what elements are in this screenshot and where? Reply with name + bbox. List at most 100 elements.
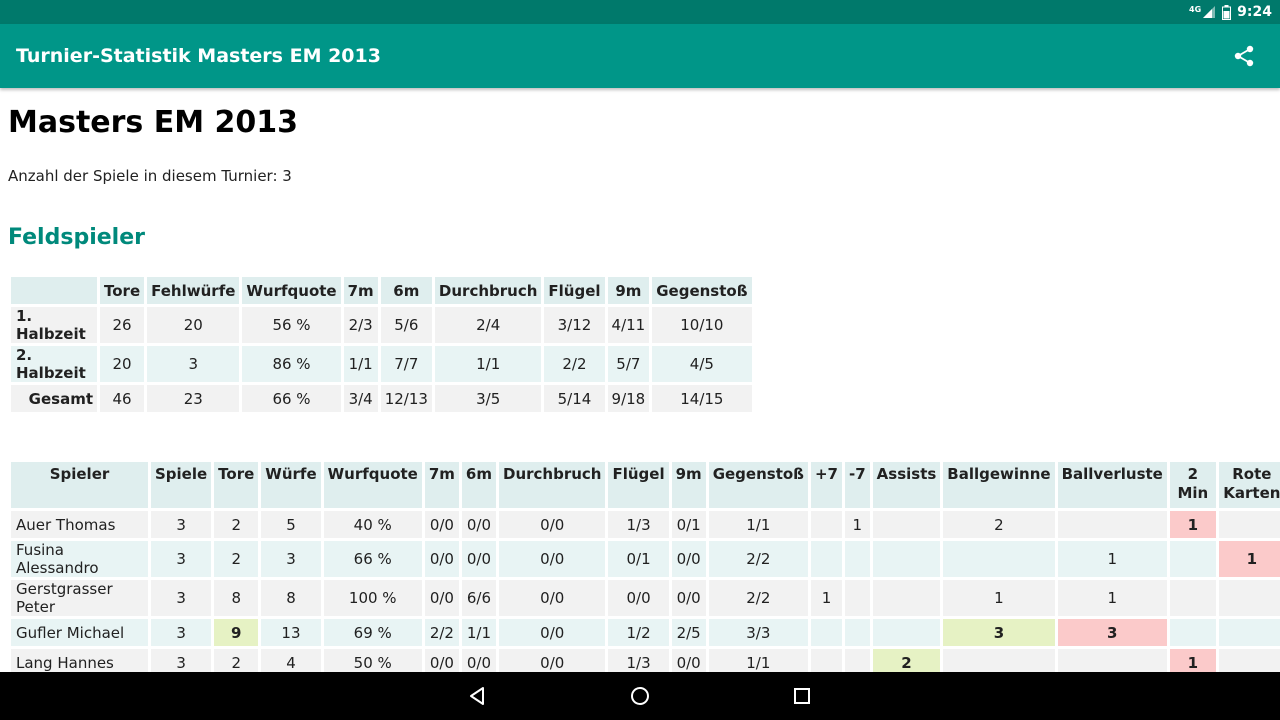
summary-cell: 3/4 <box>343 385 378 412</box>
player-cell: 100 % <box>323 580 422 616</box>
player-cell <box>1057 511 1167 538</box>
players-header-spiele: Spiele <box>151 462 212 508</box>
players-header-assists: Assists <box>872 462 941 508</box>
player-name: Fusina Alessandro <box>11 541 148 577</box>
player-row[interactable]: Auer Thomas 3 2 5 40 % 0/0 0/0 0/0 1/3 0/1 1/1 1 2 1 <box>11 511 1280 538</box>
player-cell <box>1169 619 1216 646</box>
summary-cell: 4/5 <box>652 346 752 382</box>
home-icon <box>631 687 649 705</box>
player-cell: 2 <box>214 649 259 672</box>
player-cell: 4 <box>261 649 321 672</box>
player-name: Gufler Michael <box>11 619 148 646</box>
player-name: Lang Hannes <box>11 649 148 672</box>
player-cell: 3 <box>1057 619 1167 646</box>
player-cell: 3 <box>151 619 212 646</box>
battery-icon <box>1222 4 1232 20</box>
players-header-ballverluste: Ballverluste <box>1057 462 1167 508</box>
status-time: 9:24 <box>1237 4 1272 20</box>
player-cell: 50 % <box>323 649 422 672</box>
player-cell: 2/5 <box>671 619 706 646</box>
player-cell: 1/3 <box>608 511 669 538</box>
player-row[interactable]: Gerstgrasser Peter 3 8 8 100 % 0/0 6/6 0/0 0/0 0/… <box>11 580 1280 616</box>
summary-cell: 5/14 <box>544 385 605 412</box>
player-cell: 0/0 <box>499 511 606 538</box>
summary-row-label: 2. Halbzeit <box>11 346 97 382</box>
summary-header-gegenstoß: Gegenstoß <box>652 277 752 304</box>
summary-row-label: Gesamt <box>11 385 97 412</box>
player-cell: 0/0 <box>608 580 669 616</box>
summary-cell: 1/1 <box>434 346 542 382</box>
summary-cell: 20 <box>147 307 240 343</box>
summary-cell: 3 <box>147 346 240 382</box>
recents-button[interactable] <box>782 676 822 716</box>
player-cell: 69 % <box>323 619 422 646</box>
player-cell: 1 <box>1218 541 1280 577</box>
player-row[interactable]: Lang Hannes 3 2 4 50 % 0/0 0/0 0/0 1/3 0/0 1/1 2 1 <box>11 649 1280 672</box>
players-table: Spieler Spiele Tore Würfe Wurfquote 7m 6m Durch… <box>8 459 1280 672</box>
player-cell: 8 <box>214 580 259 616</box>
player-cell <box>1218 619 1280 646</box>
players-header-gegenstoß: Gegenstoß <box>708 462 808 508</box>
players-header-spieler: Spieler <box>11 462 148 508</box>
summary-cell: 86 % <box>242 346 341 382</box>
player-cell: 0/0 <box>499 649 606 672</box>
summary-cell: 7/7 <box>380 346 432 382</box>
summary-header-flügel: Flügel <box>544 277 605 304</box>
player-row[interactable]: Fusina Alessandro 3 2 3 66 % 0/0 0/0 0/0 0/1 0/0 2… <box>11 541 1280 577</box>
recents-icon <box>794 688 810 704</box>
home-button[interactable] <box>620 676 660 716</box>
player-row[interactable]: Gufler Michael 3 9 13 69 % 2/2 1/1 0/0 1/2 2/5 3/3… <box>11 619 1280 646</box>
player-cell <box>872 511 941 538</box>
player-cell: 2/2 <box>424 619 459 646</box>
player-cell: 2 <box>872 649 941 672</box>
summary-row: 1. Halbzeit 26 20 56 % 2/3 5/6 2/4 3/12 4/11 10/1… <box>11 307 752 343</box>
player-cell: 0/0 <box>671 649 706 672</box>
player-cell: 0/0 <box>671 541 706 577</box>
content-area[interactable]: Masters EM 2013 Anzahl der Spiele in die… <box>0 88 1280 672</box>
player-cell: 9 <box>214 619 259 646</box>
player-cell <box>943 541 1055 577</box>
player-cell: 6/6 <box>461 580 496 616</box>
summary-table: Tore Fehlwürfe Wurfquote 7m 6m Durchbruch Flüg… <box>8 274 755 415</box>
summary-header-wurfquote: Wurfquote <box>242 277 341 304</box>
status-bar: 4G 9:24 <box>0 0 1280 24</box>
player-cell <box>872 619 941 646</box>
summary-cell: 26 <box>100 307 145 343</box>
player-cell: 3/3 <box>708 619 808 646</box>
summary-cell: 23 <box>147 385 240 412</box>
player-cell <box>1169 541 1216 577</box>
player-cell: 1/1 <box>708 511 808 538</box>
summary-cell: 2/4 <box>434 307 542 343</box>
summary-cell: 66 % <box>242 385 341 412</box>
player-cell: 0/1 <box>608 541 669 577</box>
player-cell: 1 <box>943 580 1055 616</box>
games-count: Anzahl der Spiele in diesem Turnier: 3 <box>8 167 292 185</box>
summary-row: Gesamt 46 23 66 % 3/4 12/13 3/5 5/14 9/18 14/15 <box>11 385 752 412</box>
share-button[interactable] <box>1228 40 1260 72</box>
summary-cell: 3/5 <box>434 385 542 412</box>
player-cell <box>844 580 870 616</box>
players-header-würfe: Würfe <box>261 462 321 508</box>
back-button[interactable] <box>458 676 498 716</box>
player-cell <box>844 649 870 672</box>
summary-header-row: Tore Fehlwürfe Wurfquote 7m 6m Durchbruch Flüg… <box>11 277 752 304</box>
player-cell <box>810 511 842 538</box>
player-cell <box>1218 580 1280 616</box>
summary-cell: 14/15 <box>652 385 752 412</box>
player-cell: 1 <box>844 511 870 538</box>
player-cell: 0/0 <box>461 649 496 672</box>
player-cell: 2/2 <box>708 580 808 616</box>
player-cell: 0/0 <box>424 649 459 672</box>
player-cell: 0/0 <box>424 511 459 538</box>
summary-cell: 12/13 <box>380 385 432 412</box>
summary-cell: 2/2 <box>544 346 605 382</box>
summary-header-7m: 7m <box>343 277 378 304</box>
player-cell: 0/0 <box>671 580 706 616</box>
player-cell: 3 <box>261 541 321 577</box>
summary-cell: 5/7 <box>607 346 650 382</box>
players-header-7: -7 <box>844 462 870 508</box>
player-cell: 3 <box>151 511 212 538</box>
player-cell <box>1169 580 1216 616</box>
player-cell: 2 <box>943 511 1055 538</box>
player-cell: 3 <box>151 649 212 672</box>
